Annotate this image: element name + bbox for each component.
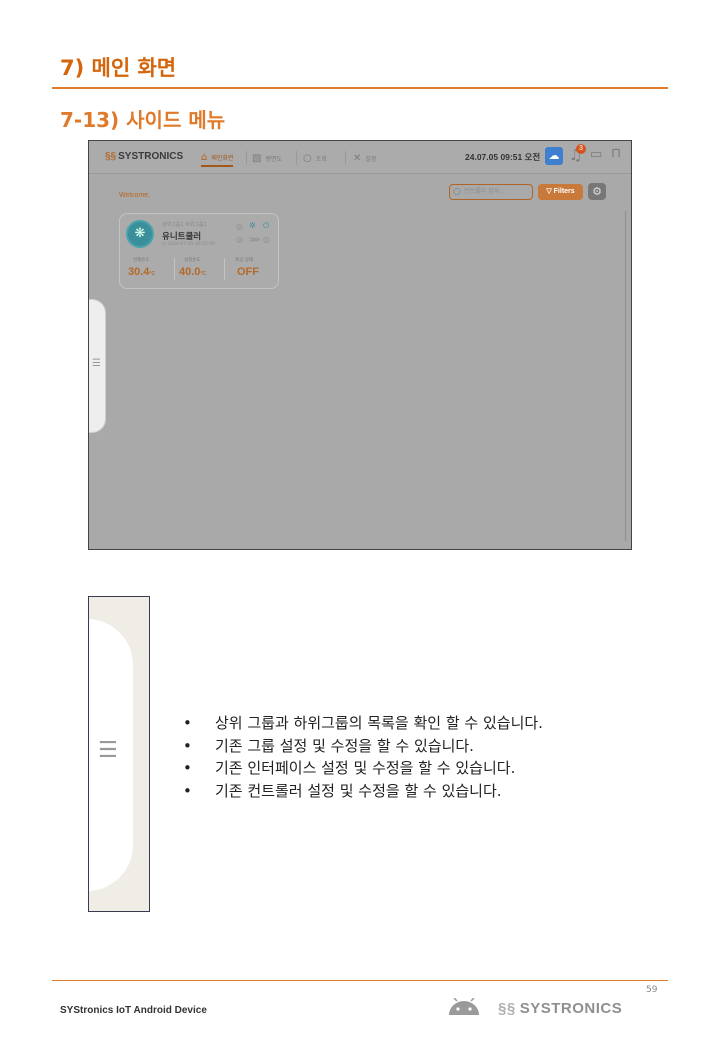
title-divider — [52, 87, 668, 89]
tools-icon: ✕ — [353, 152, 362, 164]
brand-logo: §§ SYSTRONICS — [498, 1000, 623, 1017]
footer-title: SYStronics IoT Android Device — [60, 1005, 207, 1016]
controller-card[interactable]: ❋ 상위그룹1 하위그룹1 유니트쿨러 ◷ 2024-07-05 09:51:0… — [119, 213, 279, 289]
scrollbar — [625, 211, 626, 541]
nav-tab-main[interactable]: ⌂ 메인화면 — [201, 149, 234, 167]
nav-tab-search[interactable]: ○ 조회 — [303, 149, 327, 167]
app-top-bar: §§ SYSTRONICS ⌂ 메인화면 ▧ 평면도 ○ 조회 ✕ 설정 24.0… — [89, 141, 631, 174]
section-title: 7) 메인 화면 — [60, 56, 177, 80]
welcome-text: Welcome, — [119, 192, 150, 199]
list-item: 상위 그룹과 하위그룹의 목록을 확인 할 수 있습니다. — [183, 712, 543, 735]
floorplan-icon: ▧ — [252, 152, 262, 164]
nav-tab-floorplan[interactable]: ▧ 평면도 — [252, 149, 282, 167]
datetime-display: 24.07.05 09:51 오전 — [465, 152, 541, 162]
metric-value: 30.4°C — [128, 266, 156, 278]
side-menu-handle-zoom: ☰ — [88, 596, 150, 912]
home-icon: ⌂ — [201, 151, 208, 163]
subsection-title: 7-13) 사이드 메뉴 — [60, 108, 226, 132]
description-list: 상위 그룹과 하위그룹의 목록을 확인 할 수 있습니다. 기존 그룹 설정 및… — [183, 712, 543, 802]
heater-icon: ⋙ — [249, 235, 261, 244]
card-group: 상위그룹1 하위그룹1 — [162, 222, 207, 228]
metric-label: 현재온도 — [133, 258, 150, 263]
gear-icon[interactable]: ⚙ — [588, 183, 606, 200]
fan-status-icon: ✲ — [249, 221, 256, 230]
cloud-icon[interactable]: ☁ — [545, 147, 563, 165]
lock-icon[interactable]: ⊓ — [611, 146, 621, 161]
hamburger-icon: ☰ — [92, 358, 101, 369]
metric-value: OFF — [237, 266, 259, 278]
nav-tab-settings[interactable]: ✕ 설정 — [353, 149, 376, 167]
metric-value: 40.0°C — [179, 266, 207, 278]
card-name: 유니트쿨러 — [162, 232, 202, 242]
hamburger-icon[interactable]: ☰ — [98, 740, 118, 762]
list-item: 기존 그룹 설정 및 수정을 할 수 있습니다. — [183, 735, 543, 758]
app-screenshot: §§ SYSTRONICS ⌂ 메인화면 ▧ 평면도 ○ 조회 ✕ 설정 24.0… — [88, 140, 632, 550]
android-icon — [449, 998, 479, 1015]
power-icon: ⏻ — [263, 221, 270, 230]
side-menu-handle[interactable]: ☰ — [89, 299, 106, 433]
metric-label: 제상 상태 — [235, 258, 253, 263]
status-icon: ◎ — [236, 222, 243, 231]
notification-badge: 3 — [576, 144, 586, 154]
page-number: 59 — [646, 985, 658, 995]
search-icon: ○ — [453, 187, 461, 197]
filters-button[interactable]: ▽ Filters — [538, 184, 583, 200]
defrost-icon: ◎ — [236, 235, 243, 244]
metric-label: 설정온도 — [184, 258, 201, 263]
app-logo: §§ SYSTRONICS — [105, 151, 184, 162]
controller-search-input[interactable]: ○ 컨트롤러 검색... — [449, 184, 533, 200]
footer-divider — [52, 980, 668, 981]
card-date: ◷ 2024-07-05 09:51:00 — [162, 242, 216, 247]
fan-icon: ❋ — [126, 220, 154, 248]
alarm-icon: ◎ — [263, 235, 270, 244]
search-icon: ○ — [303, 152, 312, 164]
list-item: 기존 컨트롤러 설정 및 수정을 할 수 있습니다. — [183, 780, 543, 803]
list-item: 기존 인터페이스 설정 및 수정을 할 수 있습니다. — [183, 757, 543, 780]
monitor-icon[interactable]: ▭ — [590, 147, 602, 162]
